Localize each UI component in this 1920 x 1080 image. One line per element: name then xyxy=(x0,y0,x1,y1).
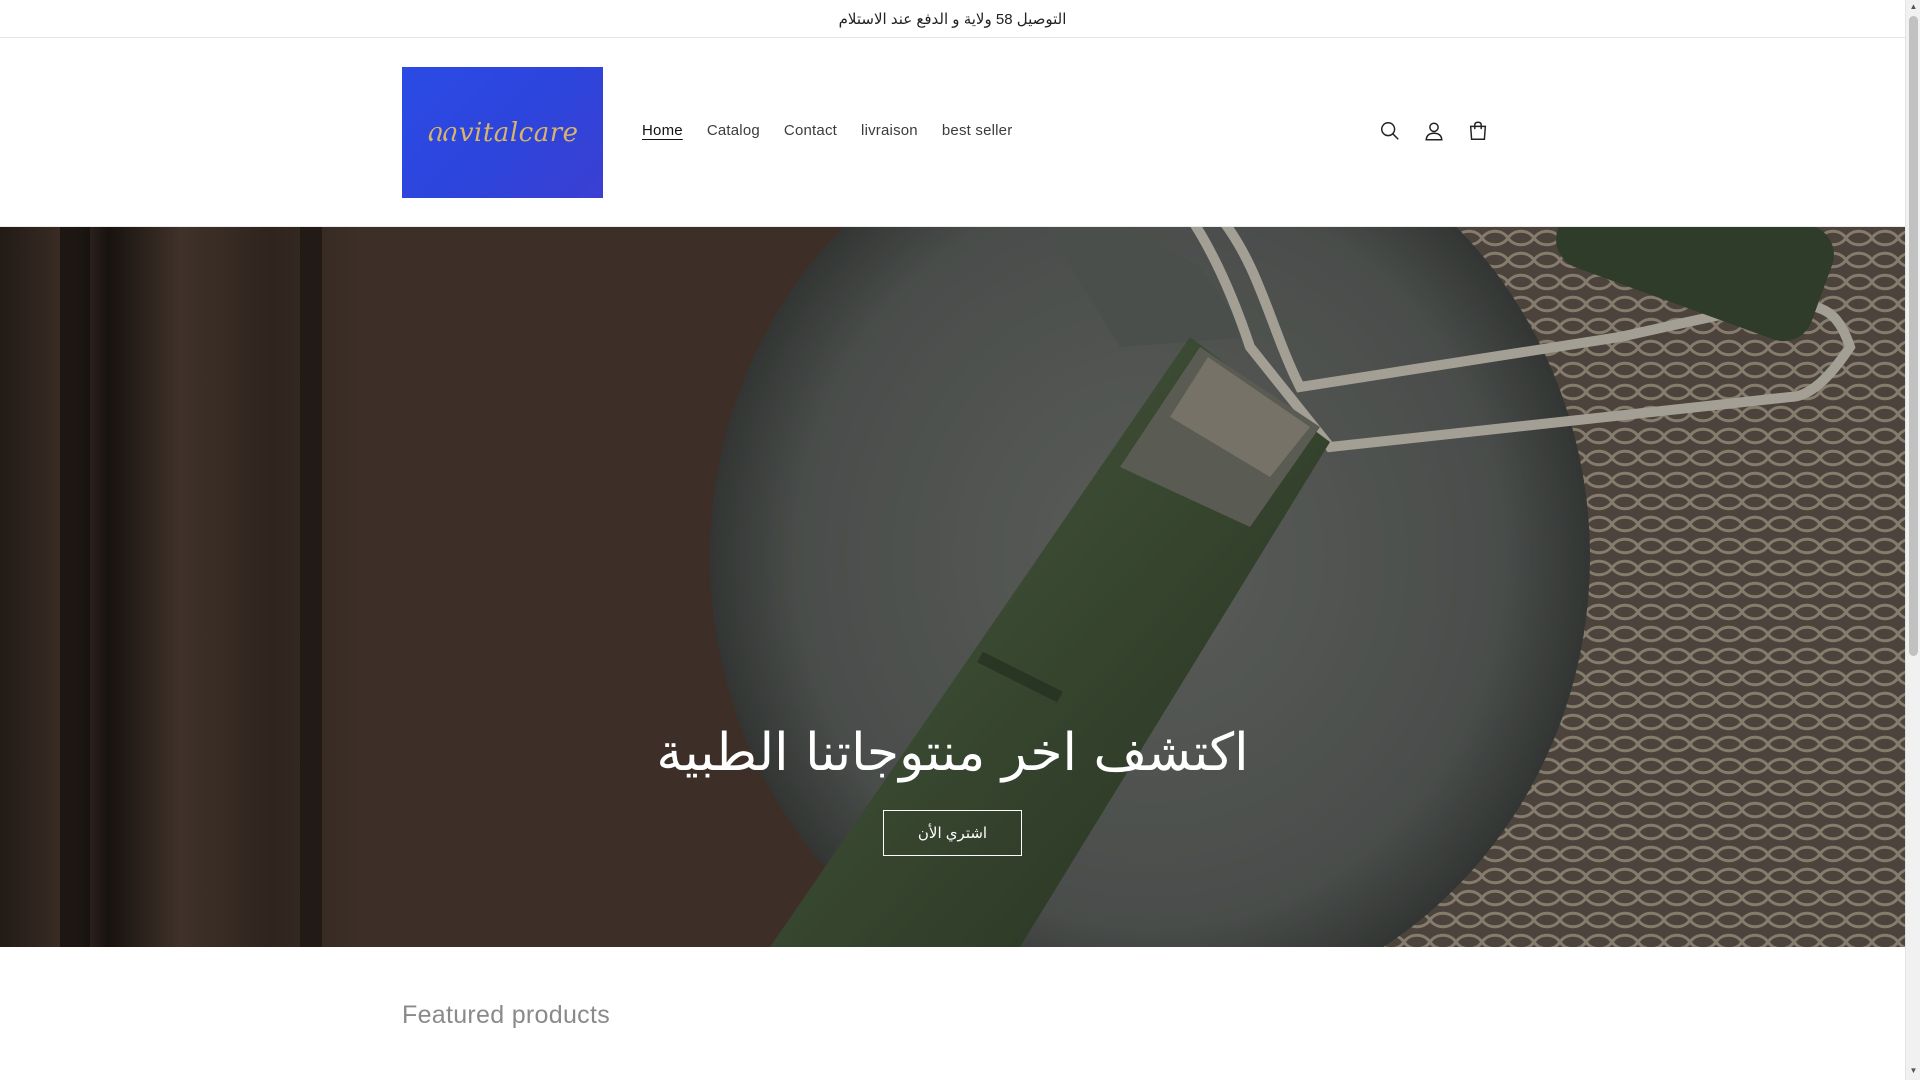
logo-swirl-icon: ᦶ xyxy=(426,114,456,149)
hero-title: اكتشف اخر منتوجاتنا الطبية xyxy=(656,723,1249,783)
shop-now-button[interactable]: اشتري الأن xyxy=(883,810,1022,856)
vertical-scrollbar[interactable]: ▲ ▼ xyxy=(1905,0,1920,1080)
page: التوصيل 58 ولاية و الدفع عند الاستلام ᦶv… xyxy=(0,0,1905,1080)
search-icon xyxy=(1381,122,1399,140)
scroll-up-arrow-icon[interactable]: ▲ xyxy=(1909,2,1918,12)
header-icons xyxy=(1375,116,1493,146)
account-button[interactable] xyxy=(1419,116,1449,146)
main-nav: Home Catalog Contact livraison best sell… xyxy=(642,121,1024,141)
logo-text: vitalcare xyxy=(458,118,579,148)
nav-link-home[interactable]: Home xyxy=(642,121,695,141)
cart-button[interactable] xyxy=(1463,116,1493,146)
logo-wordmark: ᦶ vitalcare xyxy=(426,114,578,151)
cart-icon xyxy=(1469,121,1487,140)
announcement-text: التوصيل 58 ولاية و الدفع عند الاستلام xyxy=(838,10,1067,28)
account-icon xyxy=(1425,122,1443,141)
scroll-down-arrow-icon[interactable]: ▼ xyxy=(1909,1066,1918,1076)
announcement-bar: التوصيل 58 ولاية و الدفع عند الاستلام xyxy=(0,0,1905,38)
nav-link-best-seller[interactable]: best seller xyxy=(930,121,1025,141)
nav-link-livraison[interactable]: livraison xyxy=(849,121,930,141)
nav-link-catalog[interactable]: Catalog xyxy=(695,121,772,141)
featured-products-heading: Featured products xyxy=(402,1001,610,1029)
scrollbar-thumb[interactable] xyxy=(1909,16,1918,656)
nav-link-contact[interactable]: Contact xyxy=(772,121,849,141)
site-header: ᦶ vitalcare Home Catalog Contact livraiso… xyxy=(0,38,1905,227)
hero-banner: اكتشف اخر منتوجاتنا الطبية اشتري الأن xyxy=(0,227,1905,947)
store-logo[interactable]: ᦶ vitalcare xyxy=(402,67,603,198)
search-button[interactable] xyxy=(1375,116,1405,146)
